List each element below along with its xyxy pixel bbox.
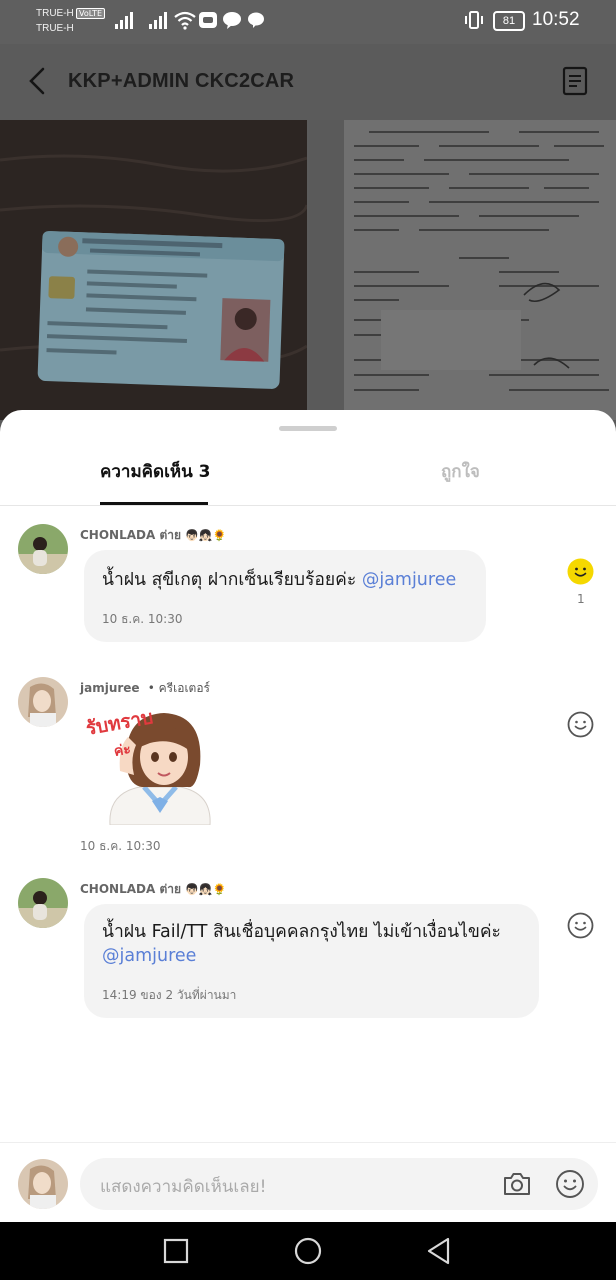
home-icon[interactable] <box>293 1236 323 1266</box>
author-emoji: 👦🏻👧🏻🌻 <box>185 883 227 896</box>
clock: 10:52 <box>532 9 580 30</box>
comment-text: น้ำฝน Fail/TT สินเชื่อบุคคลกรุงไทย ไม่เข… <box>102 920 532 968</box>
comment-author[interactable]: CHONLADA ต่าย 👦🏻👧🏻🌻 <box>80 880 226 899</box>
id-card-photo[interactable] <box>0 120 307 420</box>
avatar-image <box>18 524 68 574</box>
author-name[interactable]: jamjuree <box>80 681 140 695</box>
author-name[interactable]: CHONLADA ต่าย <box>80 882 181 896</box>
comment-item: CHONLADA ต่าย 👦🏻👧🏻🌻 น้ำฝน Fail/TT สินเชื… <box>0 876 616 1026</box>
tab-divider <box>0 505 616 506</box>
avatar[interactable] <box>18 524 68 574</box>
comment-author[interactable]: jamjuree • ครีเอเตอร์ <box>80 679 210 698</box>
author-name[interactable]: CHONLADA ต่าย <box>80 528 181 542</box>
id-card-image <box>0 120 307 420</box>
comment-body: น้ำฝน Fail/TT สินเชื่อบุคคลกรุงไทย ไม่เข… <box>102 922 501 942</box>
drag-handle[interactable] <box>279 426 337 431</box>
comment-author[interactable]: CHONLADA ต่าย 👦🏻👧🏻🌻 <box>80 526 226 545</box>
carrier-1: TRUE-H <box>36 8 74 19</box>
comment-timestamp: 10 ธ.ค. 10:30 <box>102 612 183 626</box>
chat-icon <box>223 12 241 29</box>
tab-comments[interactable]: ความคิดเห็น 3 <box>100 458 210 485</box>
app-header: KKP+ADMIN CKC2CAR <box>0 44 616 120</box>
reaction-count: 1 <box>577 592 585 606</box>
sticker-image: รับทราบ ค่ะ <box>84 706 211 826</box>
camera-icon[interactable] <box>502 1170 532 1198</box>
signal-icon <box>115 12 133 29</box>
document-photo[interactable] <box>309 120 616 420</box>
comment-input-bar: แสดงความคิดเห็นเลย! <box>0 1142 616 1223</box>
author-emoji: 👦🏻👧🏻🌻 <box>185 529 227 542</box>
comment-timestamp: 14:19 ของ 2 วันที่ผ่านมา <box>102 988 237 1002</box>
comment-input-placeholder: แสดงความคิดเห็นเลย! <box>100 1177 267 1197</box>
volte-badge: VoLTE <box>76 8 106 19</box>
comment-bubble[interactable]: น้ำฝน สุขีเกตุ ฝากเซ็นเรียบร้อยค่ะ @jamj… <box>84 550 486 642</box>
comment-bubble[interactable]: น้ำฝน Fail/TT สินเชื่อบุคคลกรุงไทย ไม่เข… <box>84 904 539 1018</box>
mention-link[interactable]: @jamjuree <box>102 946 196 966</box>
system-nav-bar <box>0 1222 616 1280</box>
document-image <box>309 120 616 420</box>
avatar-image <box>18 1159 68 1209</box>
carrier-2: TRUE-H <box>36 23 74 34</box>
line-app-icon <box>199 12 217 28</box>
creator-badge: • ครีเอเตอร์ <box>147 681 210 695</box>
avatar[interactable] <box>18 677 68 727</box>
signal-icon <box>149 12 167 29</box>
emoji-icon[interactable] <box>555 1169 585 1199</box>
status-bar: TRUE-H TRUE-H VoLTE 81 10:52 <box>0 0 616 44</box>
vibrate-icon <box>465 11 483 29</box>
smiley-reaction-icon[interactable] <box>567 558 594 585</box>
mention-link[interactable]: @jamjuree <box>362 570 456 590</box>
wifi-icon <box>174 11 196 30</box>
avatar[interactable] <box>18 878 68 928</box>
comment-item: CHONLADA ต่าย 👦🏻👧🏻🌻 น้ำฝน สุขีเกตุ ฝากเซ… <box>0 522 616 652</box>
sticker[interactable]: รับทราบ ค่ะ <box>80 701 220 826</box>
carrier-labels: TRUE-H TRUE-H <box>36 6 74 36</box>
comment-timestamp: 10 ธ.ค. 10:30 <box>80 839 161 853</box>
comments-sheet: ความคิดเห็น 3 ถูกใจ CHONLADA ต่าย 👦🏻👧🏻🌻 … <box>0 410 616 1222</box>
avatar-image <box>18 878 68 928</box>
back-nav-icon[interactable] <box>425 1236 453 1266</box>
comment-input[interactable]: แสดงความคิดเห็นเลย! <box>80 1158 598 1210</box>
current-user-avatar <box>18 1159 68 1209</box>
chevron-left-icon[interactable] <box>26 66 48 96</box>
battery-icon: 81 <box>493 11 525 31</box>
comment-body: น้ำฝน สุขีเกตุ ฝากเซ็นเรียบร้อยค่ะ <box>102 570 357 590</box>
tab-likes[interactable]: ถูกใจ <box>441 458 480 485</box>
avatar-image <box>18 677 68 727</box>
chat-icon <box>248 12 264 28</box>
comment-item: jamjuree • ครีเอเตอร์ รับทราบ ค่ะ 10 ธ.ค… <box>0 675 616 853</box>
smiley-reaction-icon[interactable] <box>567 912 594 939</box>
sticker-text: ค่ะ <box>113 741 132 760</box>
document-list-icon[interactable] <box>562 66 588 96</box>
page-title: KKP+ADMIN CKC2CAR <box>68 70 295 92</box>
recent-apps-icon[interactable] <box>163 1238 189 1264</box>
smiley-reaction-icon[interactable] <box>567 711 594 738</box>
comment-text: น้ำฝน สุขีเกตุ ฝากเซ็นเรียบร้อยค่ะ @jamj… <box>102 568 456 592</box>
